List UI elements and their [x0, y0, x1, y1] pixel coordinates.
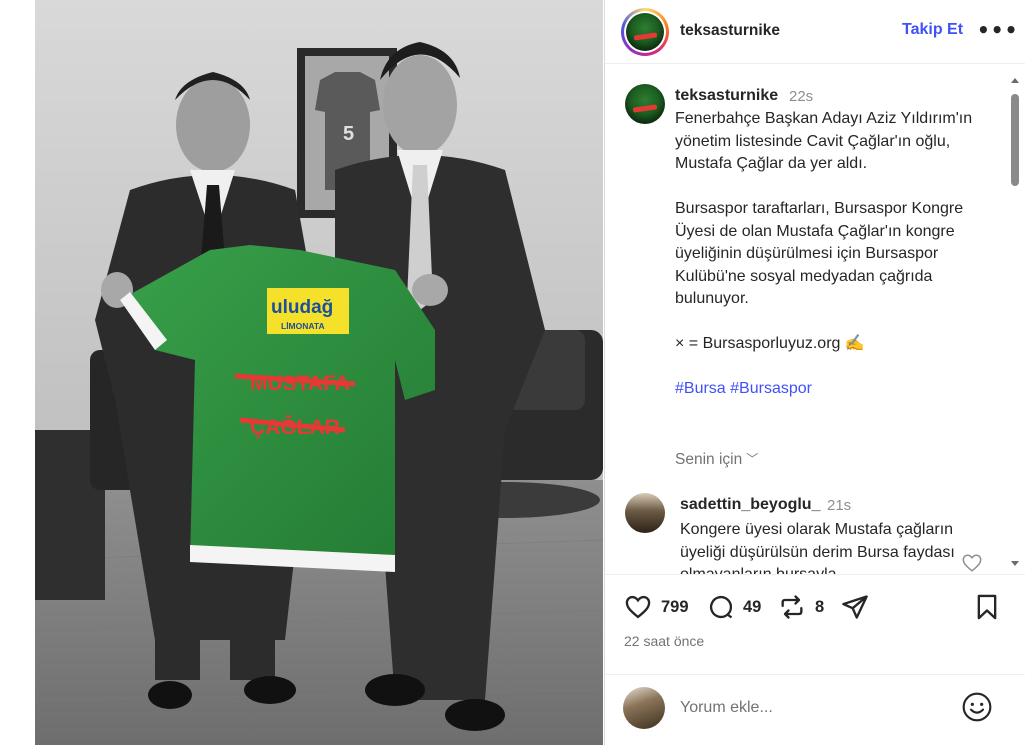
scrollbar-thumb[interactable]	[1011, 94, 1019, 186]
current-user-avatar	[623, 687, 665, 729]
comments-area[interactable]: teksasturnike 22s Fenerbahçe Başkan Aday…	[605, 70, 1025, 574]
caption-text: Fenerbahçe Başkan Adayı Aziz Yıldırım'ın…	[675, 108, 995, 401]
jersey-sponsor: uludağ	[271, 297, 333, 318]
translation-toggle[interactable]: Senin için ﹀	[675, 451, 758, 469]
comments-count[interactable]: 49	[743, 598, 761, 617]
caption-hashtags[interactable]: #Bursa #Bursaspor	[675, 378, 995, 401]
like-heart-icon[interactable]	[623, 593, 653, 621]
more-options-icon[interactable]: •••	[977, 18, 1018, 42]
photo-scene: 5 uludağ LİMONATA MUSTAFA	[35, 0, 603, 745]
frame-number: 5	[343, 123, 354, 145]
scroll-up-icon[interactable]	[1011, 78, 1019, 83]
profile-avatar[interactable]	[621, 8, 669, 56]
caption-avatar[interactable]	[625, 84, 665, 124]
follow-button[interactable]: Takip Et	[902, 21, 963, 39]
post-photo[interactable]: 5 uludağ LİMONATA MUSTAFA	[35, 0, 603, 745]
share-send-icon[interactable]	[839, 593, 871, 621]
jersey-sponsor-sub: LİMONATA	[281, 321, 325, 331]
post-sidebar: teksasturnike Takip Et ••• teksasturnike…	[604, 0, 1025, 745]
header-username[interactable]: teksasturnike	[680, 22, 780, 40]
caption-paragraph-2: Bursaspor taraftarları, Bursaspor Kongre…	[675, 200, 964, 307]
actions-bar: 799 49 8 22 saat önce	[605, 574, 1025, 674]
comment-like-heart-icon[interactable]	[961, 552, 983, 574]
translation-label: Senin için	[675, 451, 743, 468]
caption-paragraph-3: × = Bursasporluyuz.org ✍️	[675, 335, 865, 352]
comment-text: Kongere üyesi olarak Mustafa çağların üy…	[680, 521, 955, 574]
repost-icon[interactable]	[777, 593, 807, 621]
comment-avatar[interactable]	[625, 493, 665, 533]
chevron-down-icon: ﹀	[746, 452, 759, 466]
reposts-count[interactable]: 8	[815, 598, 824, 617]
comment-time[interactable]: 21s	[827, 497, 851, 514]
comment-composer	[605, 674, 1025, 745]
caption-time[interactable]: 22s	[789, 88, 813, 105]
scroll-down-icon[interactable]	[1011, 561, 1019, 566]
caption-paragraph-1: Fenerbahçe Başkan Adayı Aziz Yıldırım'ın…	[675, 110, 973, 172]
comment-icon[interactable]	[706, 593, 736, 621]
comment-username[interactable]: sadettin_beyoglu_	[680, 496, 820, 514]
comments-scrollbar[interactable]	[1009, 74, 1021, 574]
save-bookmark-icon[interactable]	[973, 593, 1001, 621]
post-header: teksasturnike Takip Et •••	[605, 0, 1025, 64]
emoji-icon[interactable]	[961, 691, 993, 723]
comment-input[interactable]	[680, 693, 940, 723]
post-timestamp[interactable]: 22 saat önce	[624, 633, 704, 649]
likes-count[interactable]: 799	[661, 598, 689, 617]
caption-username[interactable]: teksasturnike	[675, 87, 778, 105]
